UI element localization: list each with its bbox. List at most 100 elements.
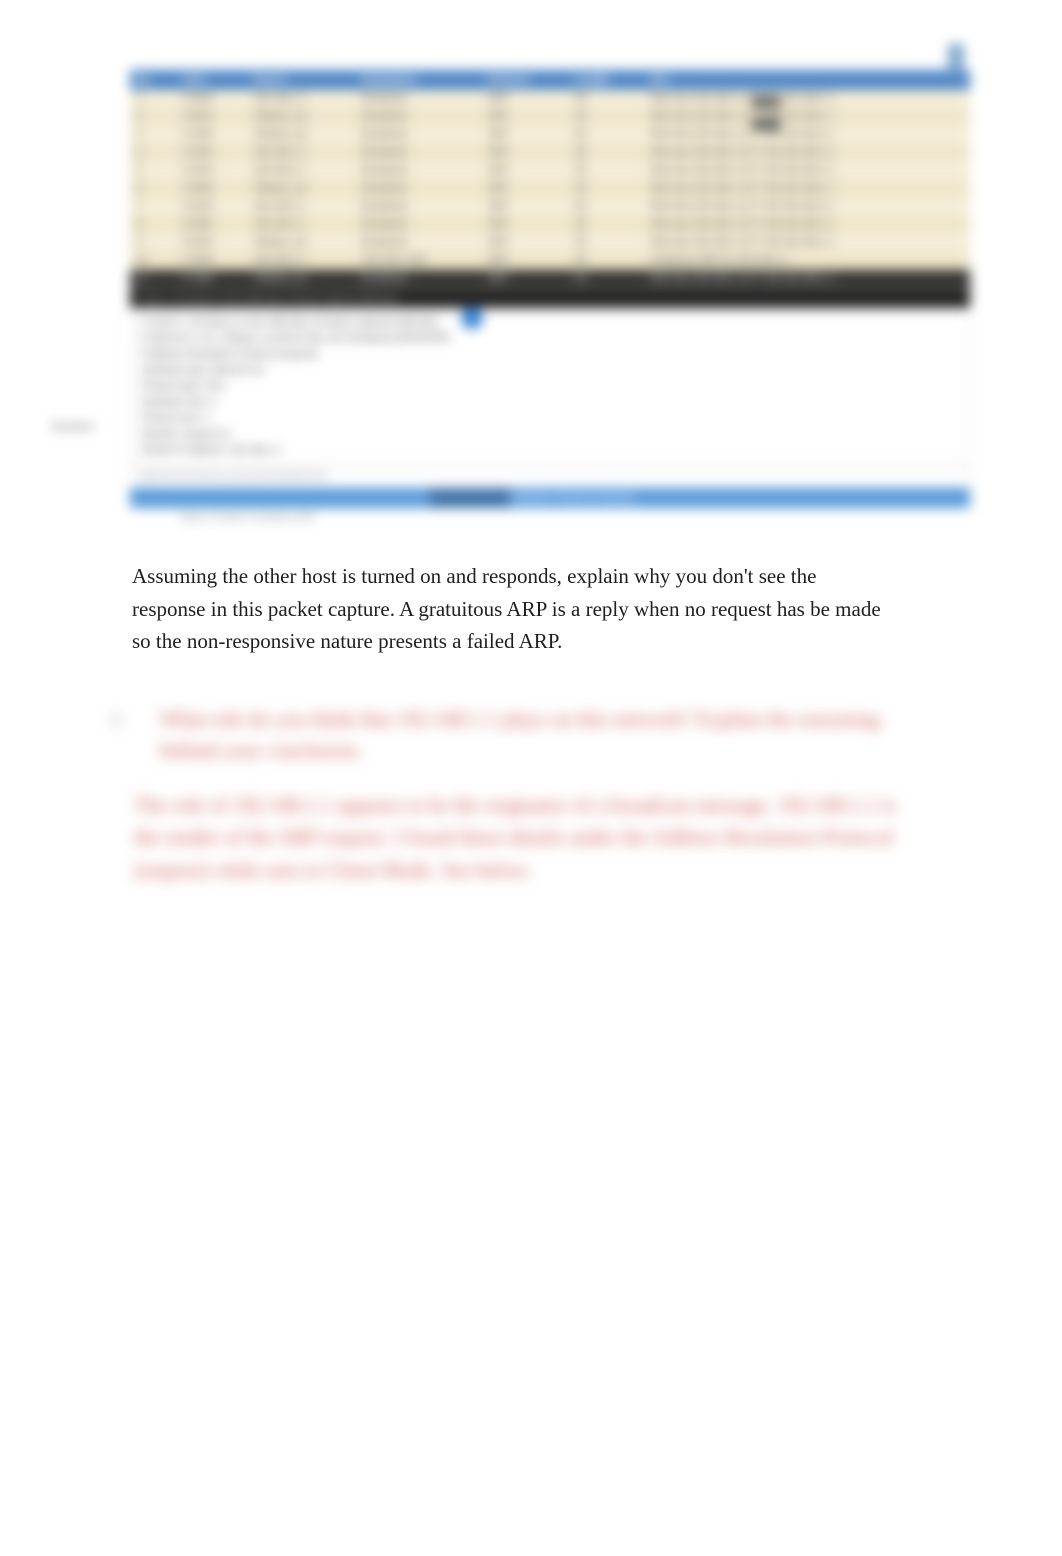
table-cell: Who has 192.168.1.117? Tell 192.168.1.1 <box>644 180 970 198</box>
table-cell: 11 <box>130 270 177 288</box>
question-text: What role do you think that 192.168.1.1 … <box>160 704 910 767</box>
table-cell: 60 <box>569 252 644 270</box>
table-cell: Broadcast <box>356 162 482 180</box>
table-cell: ARP <box>482 270 569 288</box>
table-cell: Who has 192.168.1.117? Tell 192.168.1.1 <box>644 162 970 180</box>
table-cell: Broadcast <box>356 216 482 234</box>
hex-pane: 0000 ff ff ff ff ff ff 00 0c 29 4a 00 00… <box>130 466 970 488</box>
table-cell: 60 <box>569 126 644 144</box>
table-cell: ARP <box>482 180 569 198</box>
packet-capture-screenshot: 100 200 No. Time Source Destination Prot… <box>130 70 970 522</box>
table-cell: ARP <box>482 216 569 234</box>
table-row: 110.7800VMware_4aBroadcastARP60Who has 1… <box>130 270 970 288</box>
table-cell: 0.1200 <box>177 144 248 162</box>
window-marker <box>948 44 964 74</box>
table-cell: ARP <box>482 198 569 216</box>
detail-line: Hardware type: Ethernet (1) <box>141 363 959 379</box>
table-cell: ARP <box>482 126 569 144</box>
col-len: Length <box>569 70 644 90</box>
table-cell: 192.168.1.1 <box>247 162 355 180</box>
table-row: 50.2100192.168.1.1BroadcastARP60Who has … <box>130 162 970 180</box>
table-cell: 192.168.1.1 <box>247 90 355 108</box>
table-row: 60.3000VMware_4aBroadcastARP60Who has 19… <box>130 180 970 198</box>
body-paragraph: Assuming the other host is turned on and… <box>132 560 892 658</box>
table-cell: 0.3000 <box>177 180 248 198</box>
table-cell: Who has 192.168.1.117? Tell 192.168.1.1 <box>644 270 970 288</box>
table-cell: ARP <box>482 90 569 108</box>
table-cell: 0.0010 <box>177 108 248 126</box>
col-source: Source <box>247 70 355 90</box>
overlay-badge-2: 200 <box>753 118 780 130</box>
highlight-bar: Address Resolution Protocol (request) <box>130 488 970 508</box>
table-cell: Broadcast <box>356 270 482 288</box>
document-page: 100 200 No. Time Source Destination Prot… <box>0 0 1062 1556</box>
table-row: 30.1000VMware_4aBroadcastARP60Who has 19… <box>130 126 970 144</box>
table-row: 80.5000192.168.1.1BroadcastARP60Who has … <box>130 216 970 234</box>
table-cell: Broadcast <box>356 144 482 162</box>
table-cell: 192.168.1.1 <box>247 198 355 216</box>
table-row: 100.7000192.168.1.1192.168.1.255ARP60Gra… <box>130 252 970 270</box>
table-cell: 0.7800 <box>177 270 248 288</box>
col-time: Time <box>177 70 248 90</box>
table-cell: Who has 192.168.1.117? Tell 192.168.1.1 <box>644 144 970 162</box>
table-cell: 9 <box>130 234 177 252</box>
table-cell: 4 <box>130 144 177 162</box>
figure-caption: Figure 1 Packet 1 Gratuitous ARP <box>130 508 970 522</box>
table-cell: 60 <box>569 234 644 252</box>
table-cell: VMware_4a <box>247 180 355 198</box>
table-cell: 3 <box>130 126 177 144</box>
table-cell: Who has 192.168.1.117? Tell 192.168.1.1 <box>644 198 970 216</box>
table-cell: Who has 192.168.1.117? Tell 192.168.1.1 <box>644 90 970 108</box>
question-row: 4. What role do you think that 192.168.1… <box>110 704 910 767</box>
table-cell: 10 <box>130 252 177 270</box>
table-row: 70.4100192.168.1.1BroadcastARP60Who has … <box>130 198 970 216</box>
table-cell: VMware_4a <box>247 126 355 144</box>
detail-line: Opcode: request (1) <box>141 427 959 443</box>
table-cell: Broadcast <box>356 90 482 108</box>
highlight-segment <box>430 488 510 508</box>
detail-line: ▸ Frame 1: 60 bytes on wire (480 bits), … <box>141 315 959 331</box>
col-no: No. <box>130 70 177 90</box>
table-cell: 0.1000 <box>177 126 248 144</box>
table-cell: 5 <box>130 162 177 180</box>
table-cell: 0.6200 <box>177 234 248 252</box>
table-cell: Gratuitous ARP for 192.168.1.1 <box>644 252 970 270</box>
table-cell: 0.4100 <box>177 198 248 216</box>
detail-line: ▸ Ethernet II, Src: VMware_4a (00:0c:29)… <box>141 331 959 347</box>
marker-dot-icon <box>461 307 483 329</box>
detail-pane-header: Frame 1: 60 bytes on wire (480 bits), 60… <box>130 288 970 308</box>
table-cell: 8 <box>130 216 177 234</box>
table-cell: 2 <box>130 108 177 126</box>
detail-line: Protocol size: 4 <box>141 411 959 427</box>
table-cell: 60 <box>569 108 644 126</box>
table-cell: 192.168.1.255 <box>356 252 482 270</box>
qa-block: 4. What role do you think that 192.168.1… <box>110 704 910 887</box>
col-info: Info <box>644 70 970 90</box>
table-cell: VMware_4a <box>247 270 355 288</box>
table-cell: 192.168.1.1 <box>247 216 355 234</box>
table-cell: 192.168.1.1 <box>247 144 355 162</box>
table-cell: ARP <box>482 252 569 270</box>
table-cell: Who has 192.168.1.117? Tell 192.168.1.1 <box>644 234 970 252</box>
table-cell: Who has 192.168.1.117? Tell 192.168.1.1 <box>644 216 970 234</box>
table-cell: 0.5000 <box>177 216 248 234</box>
packet-table: No. Time Source Destination Protocol Len… <box>130 70 970 288</box>
table-cell: 60 <box>569 270 644 288</box>
table-cell: ARP <box>482 144 569 162</box>
table-cell: 60 <box>569 180 644 198</box>
table-cell: 6 <box>130 180 177 198</box>
detail-line: ▾ Address Resolution Protocol (request) <box>141 347 959 363</box>
col-dest: Destination <box>356 70 482 90</box>
table-cell: Who has 192.168.1.117? Tell 192.168.1.1 <box>644 126 970 144</box>
table-cell: 60 <box>569 90 644 108</box>
table-cell: 0.7000 <box>177 252 248 270</box>
table-cell: VMware_4a <box>247 108 355 126</box>
table-cell: 7 <box>130 198 177 216</box>
table-row: 10.0000192.168.1.1BroadcastARP60Who has … <box>130 90 970 108</box>
table-cell: 192.168.1.1 <box>247 252 355 270</box>
detail-pane: Answer ▸ Frame 1: 60 bytes on wire (480 … <box>130 308 970 466</box>
table-cell: VMware_4a <box>247 234 355 252</box>
table-cell: 60 <box>569 162 644 180</box>
table-cell: 1 <box>130 90 177 108</box>
packet-table-header-row: No. Time Source Destination Protocol Len… <box>130 70 970 90</box>
